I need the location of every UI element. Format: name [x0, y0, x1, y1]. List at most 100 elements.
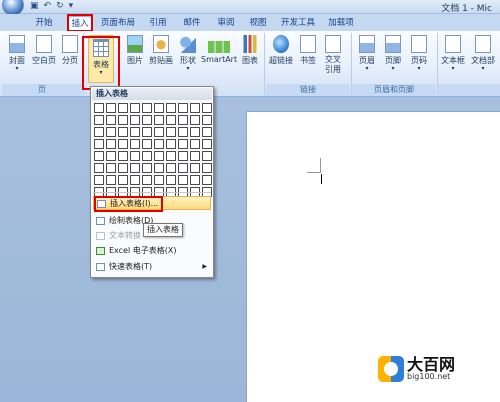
table-grid-cell[interactable] [190, 127, 200, 137]
blank-page-button[interactable]: 空白页 [31, 35, 57, 66]
table-grid-cell[interactable] [118, 139, 128, 149]
table-size-grid[interactable] [94, 103, 212, 197]
table-grid-cell[interactable] [94, 139, 104, 149]
table-grid-cell[interactable] [118, 163, 128, 173]
table-grid-cell[interactable] [190, 115, 200, 125]
tab-view[interactable]: 视图 [246, 16, 270, 32]
table-grid-cell[interactable] [154, 103, 164, 113]
table-grid-cell[interactable] [166, 151, 176, 161]
table-grid-cell[interactable] [166, 175, 176, 185]
table-grid-cell[interactable] [202, 103, 212, 113]
table-grid-cell[interactable] [130, 127, 140, 137]
table-grid-cell[interactable] [142, 115, 152, 125]
table-grid-cell[interactable] [130, 163, 140, 173]
customize-qat-icon[interactable]: ▾ [69, 1, 74, 11]
table-grid-cell[interactable] [154, 127, 164, 137]
tab-mailings[interactable]: 邮件 [180, 16, 204, 32]
table-grid-cell[interactable] [118, 175, 128, 185]
table-grid-cell[interactable] [142, 103, 152, 113]
table-grid-cell[interactable] [94, 103, 104, 113]
shapes-button[interactable]: 形状 ▾ [177, 35, 199, 72]
table-grid-cell[interactable] [154, 139, 164, 149]
table-grid-cell[interactable] [130, 103, 140, 113]
table-grid-cell[interactable] [94, 175, 104, 185]
table-grid-cell[interactable] [202, 127, 212, 137]
table-grid-cell[interactable] [190, 163, 200, 173]
table-grid-cell[interactable] [178, 127, 188, 137]
table-grid-cell[interactable] [142, 151, 152, 161]
table-grid-cell[interactable] [166, 139, 176, 149]
table-grid-cell[interactable] [190, 151, 200, 161]
undo-icon[interactable]: ↶ [44, 1, 52, 11]
table-grid-cell[interactable] [178, 163, 188, 173]
table-grid-cell[interactable] [130, 175, 140, 185]
cross-reference-button[interactable]: 交叉 引用 [322, 35, 344, 75]
table-grid-cell[interactable] [130, 151, 140, 161]
header-button[interactable]: 页眉 ▾ [356, 35, 378, 72]
tab-page-layout[interactable]: 页面布局 [100, 16, 136, 32]
table-grid-cell[interactable] [178, 139, 188, 149]
table-grid-cell[interactable] [142, 139, 152, 149]
smartart-button[interactable]: SmartArt [201, 35, 237, 64]
cover-page-button[interactable]: 封面 ▾ [6, 35, 28, 72]
table-grid-cell[interactable] [94, 127, 104, 137]
table-grid-cell[interactable] [190, 175, 200, 185]
table-grid-cell[interactable] [106, 175, 116, 185]
tab-developer[interactable]: 开发工具 [278, 16, 318, 32]
save-icon[interactable]: ▣ [30, 1, 39, 11]
table-grid-cell[interactable] [166, 127, 176, 137]
bookmark-button[interactable]: 书签 [297, 35, 319, 66]
table-grid-cell[interactable] [130, 139, 140, 149]
tab-references[interactable]: 引用 [146, 16, 170, 32]
table-grid-cell[interactable] [178, 115, 188, 125]
table-grid-cell[interactable] [106, 139, 116, 149]
table-grid-cell[interactable] [106, 151, 116, 161]
tab-addins[interactable]: 加载项 [326, 16, 356, 32]
table-grid-cell[interactable] [94, 151, 104, 161]
table-grid-cell[interactable] [118, 103, 128, 113]
chart-button[interactable]: 图表 [239, 35, 261, 66]
quick-tables-menu-item[interactable]: 快速表格(T) ▶ [93, 260, 211, 274]
table-grid-cell[interactable] [154, 151, 164, 161]
table-grid-cell[interactable] [178, 103, 188, 113]
document-page[interactable] [246, 111, 500, 402]
table-grid-cell[interactable] [130, 115, 140, 125]
footer-button[interactable]: 页脚 ▾ [382, 35, 404, 72]
table-grid-cell[interactable] [118, 115, 128, 125]
table-grid-cell[interactable] [178, 175, 188, 185]
table-grid-cell[interactable] [202, 175, 212, 185]
clipart-button[interactable]: 剪贴画 [147, 35, 175, 66]
table-grid-cell[interactable] [178, 151, 188, 161]
table-grid-cell[interactable] [202, 151, 212, 161]
table-grid-cell[interactable] [202, 139, 212, 149]
tab-home[interactable]: 开始 [32, 16, 56, 32]
table-grid-cell[interactable] [118, 127, 128, 137]
table-grid-cell[interactable] [154, 115, 164, 125]
excel-spreadsheet-menu-item[interactable]: Excel 电子表格(X) [93, 244, 211, 258]
hyperlink-button[interactable]: 超链接 [268, 35, 294, 66]
table-grid-cell[interactable] [190, 139, 200, 149]
table-grid-cell[interactable] [106, 127, 116, 137]
table-grid-cell[interactable] [166, 115, 176, 125]
table-grid-cell[interactable] [202, 115, 212, 125]
table-grid-cell[interactable] [142, 163, 152, 173]
table-grid-cell[interactable] [154, 175, 164, 185]
table-grid-cell[interactable] [94, 115, 104, 125]
textbox-button[interactable]: 文本框 ▾ [440, 35, 466, 72]
table-grid-cell[interactable] [142, 175, 152, 185]
table-grid-cell[interactable] [106, 163, 116, 173]
table-grid-cell[interactable] [142, 127, 152, 137]
table-grid-cell[interactable] [106, 115, 116, 125]
page-number-button[interactable]: 页码 ▾ [408, 35, 430, 72]
redo-icon[interactable]: ↻ [56, 1, 64, 11]
table-grid-cell[interactable] [154, 163, 164, 173]
table-grid-cell[interactable] [166, 163, 176, 173]
tab-review[interactable]: 审阅 [214, 16, 238, 32]
table-grid-cell[interactable] [166, 103, 176, 113]
table-grid-cell[interactable] [94, 163, 104, 173]
table-grid-cell[interactable] [118, 151, 128, 161]
table-grid-cell[interactable] [106, 103, 116, 113]
picture-button[interactable]: 图片 [125, 35, 145, 66]
table-grid-cell[interactable] [202, 163, 212, 173]
page-break-button[interactable]: 分页 [59, 35, 81, 66]
